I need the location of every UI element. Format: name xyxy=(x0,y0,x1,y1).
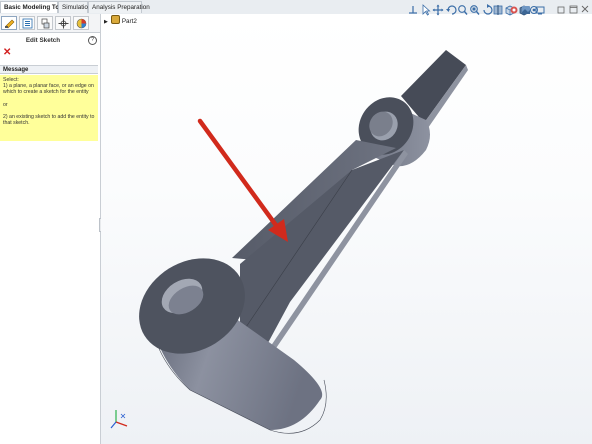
part-model-view[interactable] xyxy=(0,0,592,444)
arm xyxy=(232,140,408,360)
annotation-arrow xyxy=(197,118,288,242)
reference-triad-icon xyxy=(110,410,128,429)
